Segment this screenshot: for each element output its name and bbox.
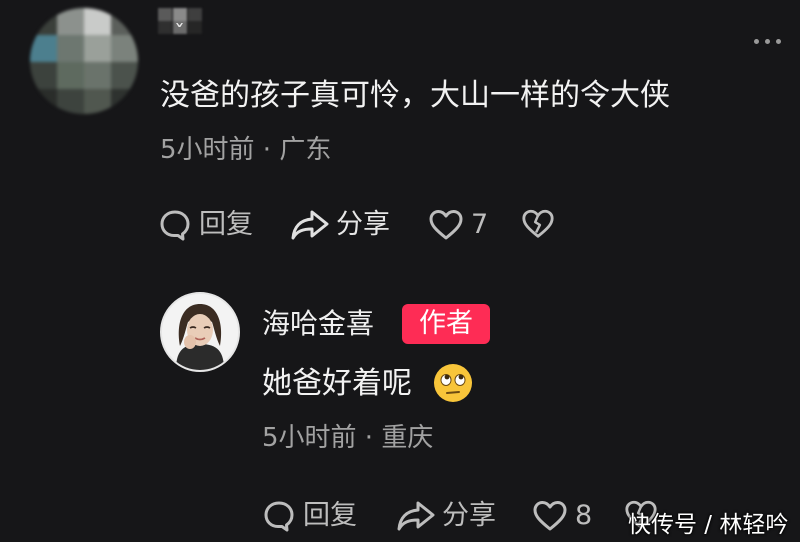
reply-share-button[interactable]: 分享: [396, 498, 496, 534]
reply-like-button[interactable]: 8: [532, 498, 592, 534]
watermark: 快传号 / 林轻吟: [628, 512, 789, 538]
share-arrow-icon: [291, 210, 329, 240]
author-badge: 作者: [402, 304, 490, 344]
like-count: 8: [575, 500, 593, 531]
reply-bubble-icon: [264, 501, 294, 532]
heart-icon: [533, 501, 567, 531]
share-label: 分享: [442, 500, 496, 531]
reply-reply-button[interactable]: 回复: [262, 498, 357, 534]
reply-bubble-icon: [160, 210, 190, 241]
reply-label: 回复: [303, 500, 357, 531]
share-label: 分享: [336, 209, 390, 240]
face-with-rolling-eyes-emoji-icon: [432, 362, 474, 404]
heart-icon: [429, 210, 463, 240]
comment-meta: 5小时前 · 广东: [160, 135, 332, 165]
reply-text: 她爸好着呢: [262, 366, 412, 401]
like-button[interactable]: 7: [428, 207, 488, 243]
author-avatar[interactable]: [160, 292, 240, 372]
reply-button[interactable]: 回复: [158, 207, 253, 243]
username-fragment: ˇ: [174, 22, 185, 47]
comment-text: 没爸的孩子真可怜，大山一样的令大侠: [160, 78, 670, 113]
share-arrow-icon: [397, 501, 435, 531]
like-count: 7: [471, 209, 489, 240]
dislike-button[interactable]: [521, 207, 555, 241]
blurred-avatar[interactable]: [30, 8, 138, 114]
more-options-icon[interactable]: [752, 36, 784, 46]
share-button[interactable]: 分享: [290, 207, 390, 243]
reply-meta: 5小时前 · 重庆: [262, 423, 434, 453]
broken-heart-icon: [522, 209, 554, 238]
author-name[interactable]: 海哈金喜: [262, 306, 374, 342]
author-avatar-image: [162, 294, 238, 370]
reply-label: 回复: [199, 209, 253, 240]
